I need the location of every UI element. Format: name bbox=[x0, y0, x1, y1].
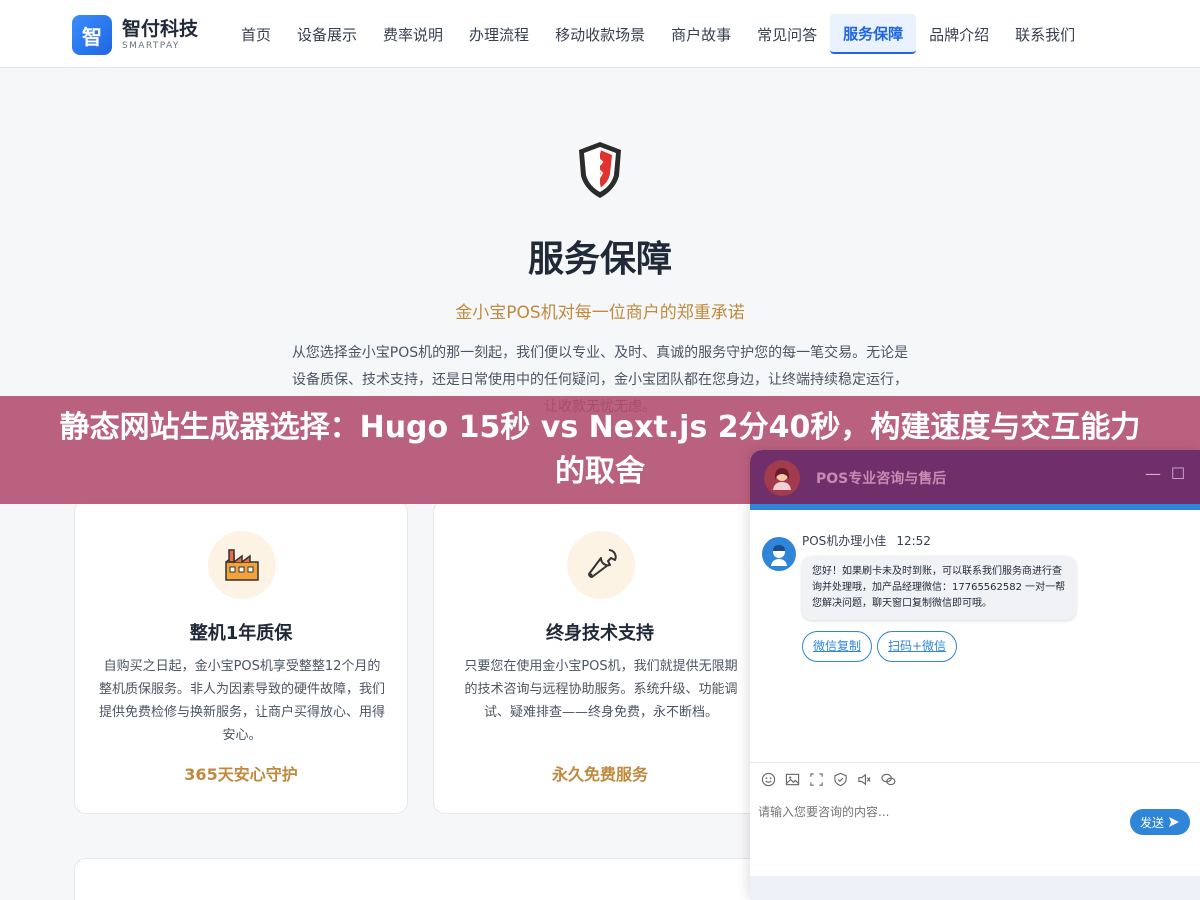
chat-widget: POS专业咨询与售后 — ☐ POS机办理小佳 12:52 您好！如果刷卡未及时到… bbox=[750, 450, 1200, 900]
card-description: 只要您在使用金小宝POS机，我们就提供无限期的技术咨询与远程协助服务。系统升级、… bbox=[464, 659, 738, 720]
factory-icon bbox=[208, 531, 276, 599]
card-tag: 永久免费服务 bbox=[551, 765, 648, 784]
chat-input[interactable] bbox=[758, 798, 1118, 826]
logo-name: 智付科技 bbox=[122, 18, 199, 40]
message-time: 12:52 bbox=[896, 534, 931, 548]
chat-header: POS专业咨询与售后 — ☐ bbox=[750, 450, 1200, 504]
chat-toolbar bbox=[750, 762, 1200, 796]
card-description: 自购买之日起，金小宝POS机享受整整12个月的整机质保服务。非人为因素导致的硬件… bbox=[99, 659, 386, 743]
nav-item-faq[interactable]: 常见问答 bbox=[744, 14, 830, 54]
agent-avatar bbox=[762, 537, 796, 571]
shield-icon bbox=[575, 140, 625, 200]
chat-header-strip bbox=[750, 504, 1200, 510]
nav-item-rates[interactable]: 费率说明 bbox=[370, 14, 456, 54]
wrench-icon bbox=[567, 531, 635, 599]
screenshot-icon[interactable] bbox=[808, 772, 824, 788]
card-title: 终身技术支持 bbox=[546, 623, 654, 644]
maximize-icon[interactable]: ☐ bbox=[1168, 464, 1188, 484]
card-tag: 365天安心守护 bbox=[184, 765, 298, 784]
card-title: 整机1年质保 bbox=[189, 623, 293, 644]
send-icon bbox=[1169, 817, 1179, 827]
service-card-warranty: 整机1年质保 自购买之日起，金小宝POS机享受整整12个月的整机质保服务。非人为… bbox=[74, 500, 408, 814]
nav-item-process[interactable]: 办理流程 bbox=[456, 14, 542, 54]
chat-title: POS专业咨询与售后 bbox=[816, 471, 947, 487]
page-title: 服务保障 bbox=[527, 239, 672, 280]
logo-text: 智付科技 SMARTPAY bbox=[122, 18, 198, 52]
copy-wechat-button[interactable]: 微信复制 bbox=[802, 631, 873, 662]
scan-wechat-button[interactable]: 扫码+微信 bbox=[877, 631, 958, 662]
service-card-more bbox=[74, 858, 774, 900]
logo-mark: 智 bbox=[72, 15, 112, 55]
nav-item-home[interactable]: 首页 bbox=[228, 14, 284, 54]
nav-item-stories[interactable]: 商户故事 bbox=[658, 14, 744, 54]
image-icon[interactable] bbox=[784, 772, 800, 788]
agent-meta: POS机办理小佳 12:52 bbox=[802, 532, 931, 549]
agent-name: POS机办理小佳 bbox=[802, 534, 887, 548]
nav-item-scenarios[interactable]: 移动收款场景 bbox=[542, 14, 658, 54]
minimize-icon[interactable]: — bbox=[1143, 464, 1163, 484]
send-label: 发送 bbox=[1139, 815, 1164, 830]
nav-item-brand[interactable]: 品牌介绍 bbox=[916, 14, 1002, 54]
chat-message: 您好！如果刷卡未及时到账，可以联系我们服务商进行查询并处理哦，加产品经理微信：1… bbox=[802, 556, 1076, 620]
site-header: 智 智付科技 SMARTPAY 首页 设备展示 费率说明 办理流程 移动收款场景… bbox=[0, 0, 1200, 68]
site-logo[interactable]: 智 智付科技 SMARTPAY bbox=[72, 13, 242, 57]
page-subtitle: 金小宝POS机对每一位商户的郑重承诺 bbox=[455, 303, 745, 323]
service-card-support: 终身技术支持 只要您在使用金小宝POS机，我们就提供无限期的技术咨询与远程协助服… bbox=[433, 500, 767, 814]
nav-item-service[interactable]: 服务保障 bbox=[830, 14, 917, 54]
wechat-icon[interactable] bbox=[880, 772, 896, 788]
emoji-icon[interactable] bbox=[760, 772, 776, 788]
support-avatar bbox=[764, 460, 800, 496]
send-button[interactable]: 发送 bbox=[1130, 809, 1190, 835]
logo-subtitle: SMARTPAY bbox=[122, 41, 180, 51]
nav-item-contact[interactable]: 联系我们 bbox=[1002, 14, 1088, 54]
chat-footer bbox=[750, 876, 1200, 900]
nav-item-devices[interactable]: 设备展示 bbox=[284, 14, 370, 54]
sound-icon[interactable] bbox=[856, 772, 872, 788]
evaluate-icon[interactable] bbox=[832, 772, 848, 788]
main-nav: 首页 设备展示 费率说明 办理流程 移动收款场景 商户故事 常见问答 服务保障 … bbox=[228, 14, 1088, 54]
